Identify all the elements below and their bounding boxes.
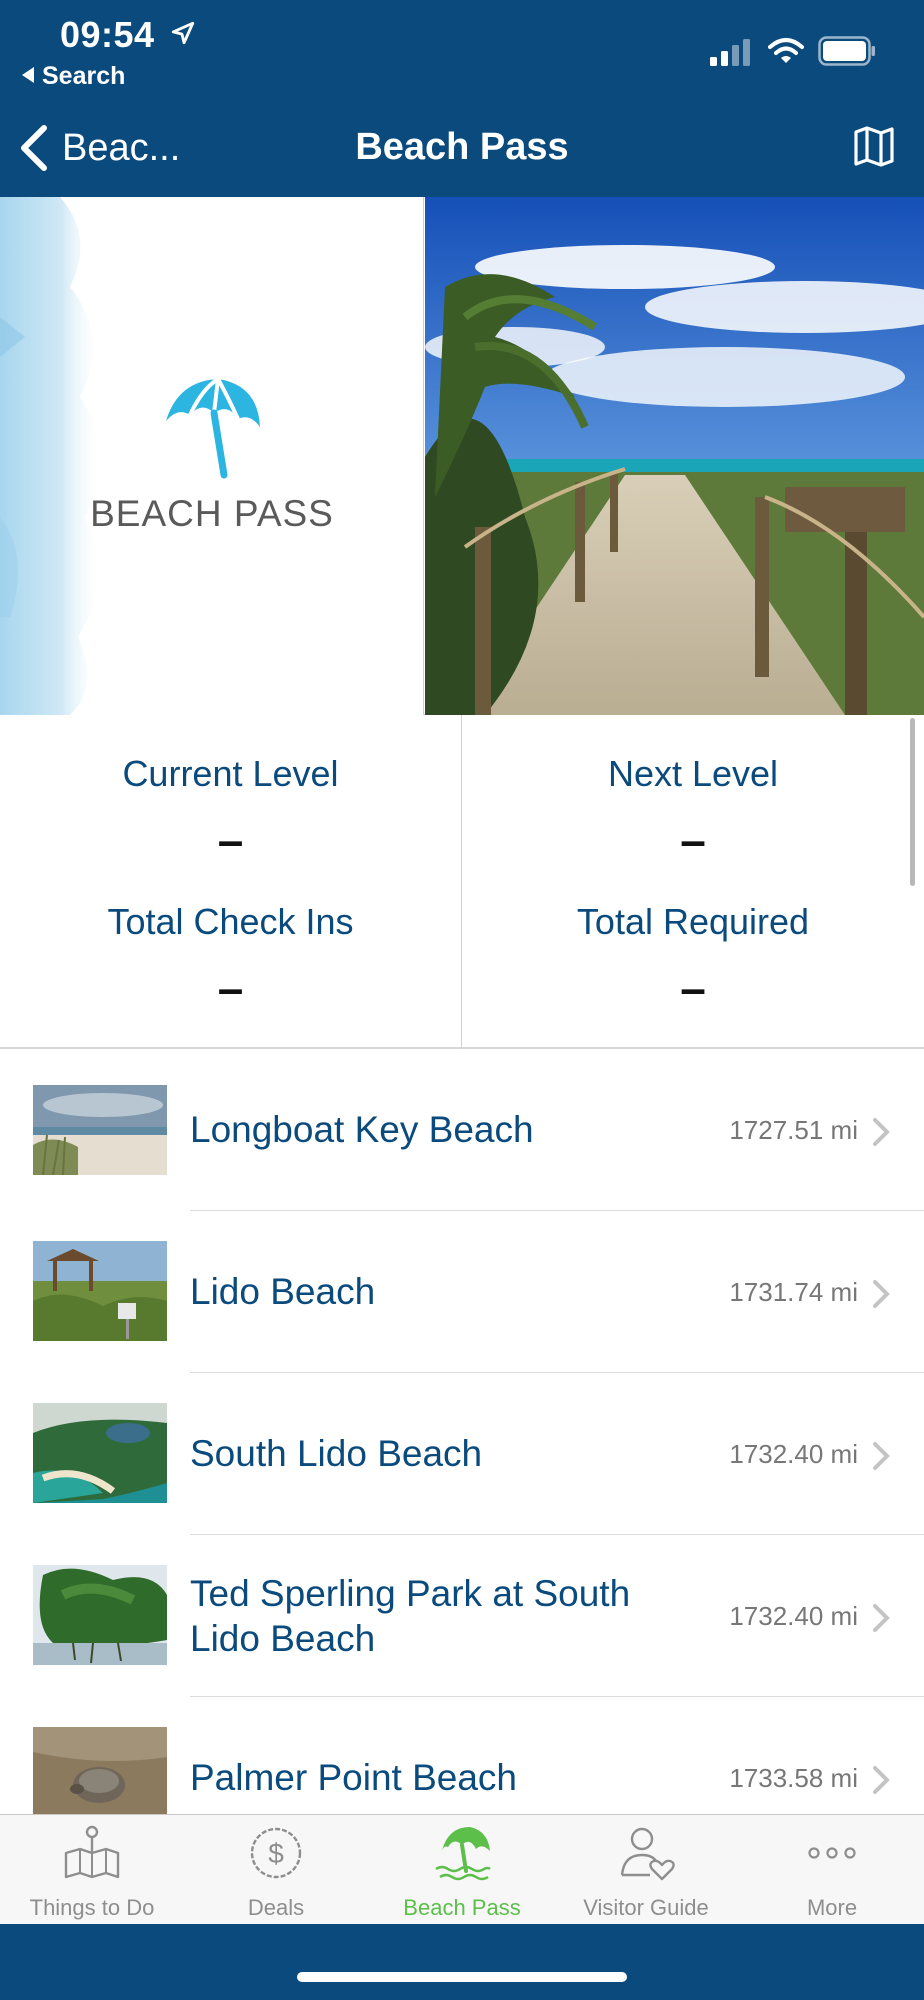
chevron-right-icon <box>873 1280 890 1308</box>
stats-right-column: Next Level – Total Required – <box>462 715 924 1049</box>
hero-banner: BEACH PASS <box>0 197 924 715</box>
top-bar: 09:54 Search Beac... Beach Pass <box>0 0 924 197</box>
tab-more[interactable]: More <box>740 1815 924 1925</box>
beach-thumbnail <box>33 1565 167 1665</box>
beach-pass-stats: Current Level – Total Check Ins – Next L… <box>0 715 924 1049</box>
wifi-icon <box>768 38 804 63</box>
status-back-label: Search <box>42 62 126 90</box>
list-item[interactable]: Ted Sperling Park at South Lido Beach 17… <box>0 1535 924 1697</box>
total-checkins-value: – <box>217 962 244 1014</box>
svg-text:$: $ <box>268 1838 284 1869</box>
beach-distance: 1733.58 mi <box>729 1763 858 1793</box>
list-item[interactable]: South Lido Beach 1732.40 mi <box>0 1373 924 1535</box>
beach-thumbnail <box>33 1241 167 1341</box>
tab-things-to-do[interactable]: Things to Do <box>0 1815 184 1925</box>
map-icon[interactable] <box>852 124 896 168</box>
beach-thumbnail <box>33 1085 167 1175</box>
watercolor-decoration <box>0 197 102 715</box>
cellular-signal-icon <box>710 39 750 66</box>
tab-label: Deals <box>247 1895 305 1920</box>
tab-bar: Things to Do $ Deals Beach Pass Visitor … <box>0 1814 924 1924</box>
home-indicator[interactable] <box>297 1972 627 1982</box>
dollar-icon: $ <box>250 1827 302 1879</box>
beach-distance: 1732.40 mi <box>729 1601 858 1631</box>
beach-path-photo-art <box>425 197 924 715</box>
chevron-right-icon <box>873 1118 890 1146</box>
beach-name: Lido Beach <box>190 1271 376 1312</box>
tab-label: Things to Do <box>29 1895 155 1920</box>
chevron-right-icon <box>873 1442 890 1470</box>
page-title: Beach Pass <box>355 126 569 168</box>
list-item[interactable]: Longboat Key Beach 1727.51 mi <box>0 1049 924 1211</box>
stats-left-column: Current Level – Total Check Ins – <box>0 715 462 1049</box>
beach-distance: 1727.51 mi <box>729 1115 858 1145</box>
tab-beach-pass[interactable]: Beach Pass <box>370 1815 554 1925</box>
beach-list: Longboat Key Beach 1727.51 mi Lido Beach… <box>0 1049 924 1814</box>
list-item[interactable]: Lido Beach 1731.74 mi <box>0 1211 924 1373</box>
map-pin-icon <box>64 1825 120 1879</box>
beach-distance: 1732.40 mi <box>729 1439 858 1469</box>
list-item[interactable]: Palmer Point Beach 1733.58 mi <box>0 1697 924 1814</box>
location-arrow-icon <box>171 21 195 45</box>
beach-name: Longboat Key Beach <box>190 1109 534 1150</box>
beach-pass-logo-text: BEACH PASS <box>90 493 334 534</box>
total-required-label: Total Required <box>576 901 810 942</box>
tab-label: Visitor Guide <box>583 1895 709 1920</box>
scroll-indicator[interactable] <box>910 718 915 886</box>
tab-deals[interactable]: $ Deals <box>184 1815 368 1925</box>
current-level-value: – <box>217 814 244 866</box>
total-checkins-label: Total Check Ins <box>107 901 354 942</box>
beach-distance: 1731.74 mi <box>729 1277 858 1307</box>
tab-visitor-guide[interactable]: Visitor Guide <box>554 1815 738 1925</box>
next-level-label: Next Level <box>607 753 779 794</box>
beach-name: Palmer Point Beach <box>190 1757 518 1798</box>
chevron-right-icon <box>873 1604 890 1632</box>
back-triangle-icon <box>22 67 34 83</box>
total-required-value: – <box>680 962 706 1014</box>
beach-thumbnail <box>33 1403 167 1503</box>
home-indicator-area <box>0 1924 924 2000</box>
battery-icon <box>818 36 875 66</box>
chevron-right-icon <box>873 1766 890 1794</box>
beach-name: Ted Sperling Park at South Lido Beach <box>190 1573 631 1659</box>
beach-path-photo <box>425 197 924 715</box>
beach-name: South Lido Beach <box>190 1433 483 1474</box>
tab-label: More <box>806 1895 858 1920</box>
beach-pass-logo-panel: BEACH PASS <box>0 197 424 715</box>
beach-umbrella-logo-icon <box>166 376 260 479</box>
status-back-to-search[interactable]: Search <box>22 62 125 91</box>
beach-umbrella-icon <box>435 1827 491 1881</box>
visitor-heart-icon <box>620 1827 675 1881</box>
current-level-label: Current Level <box>122 753 339 794</box>
beach-thumbnail <box>33 1727 167 1814</box>
status-time: 09:54 <box>60 14 155 55</box>
more-dots-icon <box>808 1847 856 1859</box>
next-level-value: – <box>680 814 706 866</box>
tab-label: Beach Pass <box>403 1895 521 1920</box>
